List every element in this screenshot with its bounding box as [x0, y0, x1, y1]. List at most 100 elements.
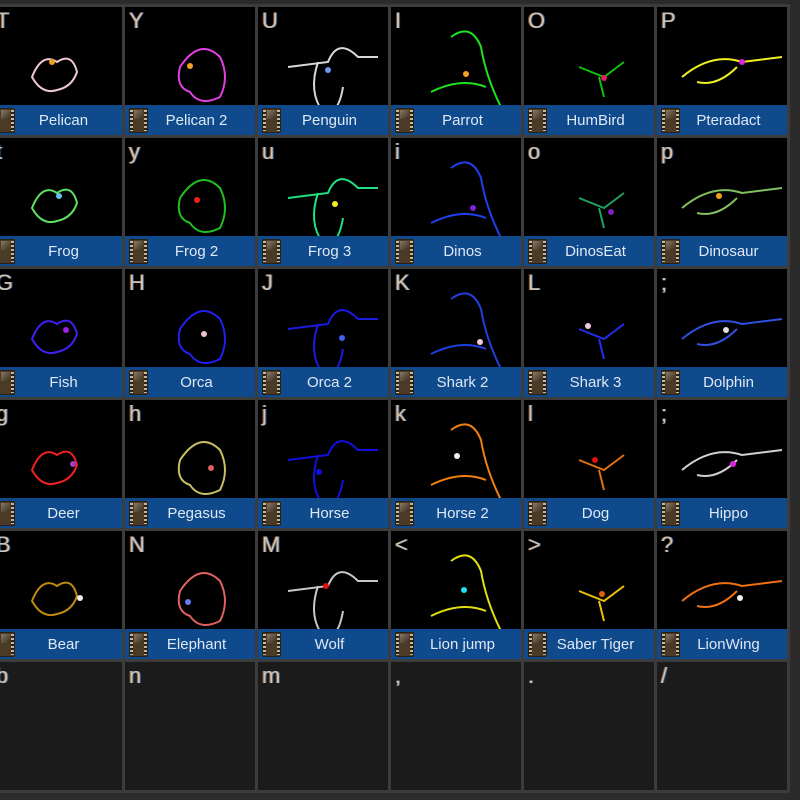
- cue-cell[interactable]: o DinosEat: [524, 138, 654, 266]
- film-clip-icon: [528, 500, 547, 526]
- cue-label-bar[interactable]: Orca: [125, 367, 255, 397]
- preview-accent: [56, 193, 62, 199]
- cue-cell[interactable]: u Frog 3: [258, 138, 388, 266]
- cue-cell[interactable]: < Lion jump: [391, 531, 521, 659]
- cue-label-bar[interactable]: Dog: [524, 498, 654, 528]
- cue-cell[interactable]: L Shark 3: [524, 269, 654, 397]
- cue-label-bar[interactable]: Wolf: [258, 629, 388, 659]
- cue-cell[interactable]: ; Dolphin: [657, 269, 787, 397]
- empty-cue-cell[interactable]: ,: [391, 662, 521, 790]
- preview-outline: [287, 178, 378, 245]
- cue-cell[interactable]: k Horse 2: [391, 400, 521, 528]
- cue-label-bar[interactable]: HumBird: [524, 105, 654, 135]
- cue-cell[interactable]: j Horse: [258, 400, 388, 528]
- cue-label-bar[interactable]: Deer: [0, 498, 122, 528]
- cue-cell[interactable]: Y Pelican 2: [125, 7, 255, 135]
- cue-label-bar[interactable]: Dinosaur: [657, 236, 787, 266]
- film-clip-icon: [262, 107, 281, 133]
- cue-name: Horse 2: [436, 504, 489, 522]
- preview-outline: [177, 310, 226, 364]
- preview-outline: [287, 47, 378, 114]
- cue-cell[interactable]: h Pegasus: [125, 400, 255, 528]
- cue-label-bar[interactable]: Frog 3: [258, 236, 388, 266]
- preview-outline: [430, 161, 502, 239]
- cue-label-bar[interactable]: Saber Tiger: [524, 629, 654, 659]
- cue-label-bar[interactable]: Fish: [0, 367, 122, 397]
- cue-label-bar[interactable]: Pelican 2: [125, 105, 255, 135]
- film-clip-icon: [528, 369, 547, 395]
- film-clip-icon: [129, 631, 148, 657]
- preview-outline: [578, 323, 625, 360]
- cue-label-bar[interactable]: Shark 2: [391, 367, 521, 397]
- film-clip-icon: [129, 107, 148, 133]
- cue-label-bar[interactable]: Parrot: [391, 105, 521, 135]
- cue-label-bar[interactable]: Lion jump: [391, 629, 521, 659]
- cue-cell[interactable]: P Pteradact: [657, 7, 787, 135]
- cue-cell[interactable]: p Dinosaur: [657, 138, 787, 266]
- cue-label-bar[interactable]: Bear: [0, 629, 122, 659]
- cue-label-bar[interactable]: Pteradact: [657, 105, 787, 135]
- cue-cell[interactable]: N Elephant: [125, 531, 255, 659]
- cue-cell[interactable]: i Dinos: [391, 138, 521, 266]
- preview-outline: [430, 30, 502, 108]
- cue-cell[interactable]: > Saber Tiger: [524, 531, 654, 659]
- cue-cell[interactable]: y Frog 2: [125, 138, 255, 266]
- cue-label-bar[interactable]: Penguin: [258, 105, 388, 135]
- empty-cue-cell[interactable]: b: [0, 662, 122, 790]
- preview-outline: [681, 187, 783, 215]
- empty-cue-cell[interactable]: /: [657, 662, 787, 790]
- cue-label-bar[interactable]: Pegasus: [125, 498, 255, 528]
- hotkey-label: m: [262, 663, 281, 688]
- cue-name: Frog 2: [174, 242, 219, 260]
- film-clip-icon: [0, 500, 15, 526]
- cue-label-bar[interactable]: Shark 3: [524, 367, 654, 397]
- preview-accent: [323, 583, 329, 589]
- preview-outline: [681, 56, 783, 84]
- cue-label-bar[interactable]: LionWing: [657, 629, 787, 659]
- cue-label-bar[interactable]: Dinos: [391, 236, 521, 266]
- cue-label-bar[interactable]: Horse: [258, 498, 388, 528]
- cue-cell[interactable]: ? LionWing: [657, 531, 787, 659]
- empty-cue-cell[interactable]: .: [524, 662, 654, 790]
- cue-cell[interactable]: U Penguin: [258, 7, 388, 135]
- cue-cell[interactable]: K Shark 2: [391, 269, 521, 397]
- cue-label-bar[interactable]: Pelican: [0, 105, 122, 135]
- cue-label-bar[interactable]: Elephant: [125, 629, 255, 659]
- cue-label-bar[interactable]: DinosEat: [524, 236, 654, 266]
- preview-accent: [463, 71, 469, 77]
- cue-cell[interactable]: T Pelican: [0, 7, 122, 135]
- cue-cell[interactable]: J Orca 2: [258, 269, 388, 397]
- cue-name: Dinos: [443, 242, 482, 260]
- preview-outline: [578, 454, 625, 491]
- cue-label-bar[interactable]: Orca 2: [258, 367, 388, 397]
- cue-cell[interactable]: O HumBird: [524, 7, 654, 135]
- cue-name: Dolphin: [703, 373, 754, 391]
- empty-cue-cell[interactable]: m: [258, 662, 388, 790]
- cue-label-bar[interactable]: Dolphin: [657, 367, 787, 397]
- preview-accent: [599, 591, 605, 597]
- cue-cell[interactable]: H Orca: [125, 269, 255, 397]
- cue-cell[interactable]: B Bear: [0, 531, 122, 659]
- cue-cell[interactable]: tFrog: [0, 138, 122, 266]
- cue-label-bar[interactable]: Hippo: [657, 498, 787, 528]
- cue-name: Saber Tiger: [556, 635, 635, 653]
- cue-label-bar[interactable]: Horse 2: [391, 498, 521, 528]
- cue-name: Shark 3: [569, 373, 622, 391]
- cue-cell[interactable]: G Fish: [0, 269, 122, 397]
- empty-cue-cell[interactable]: n: [125, 662, 255, 790]
- preview-outline: [177, 572, 226, 626]
- cue-name: Fish: [49, 373, 78, 391]
- cue-name: HumBird: [566, 111, 625, 129]
- cue-cell[interactable]: M Wolf: [258, 531, 388, 659]
- cue-cell[interactable]: l Dog: [524, 400, 654, 528]
- preview-outline: [681, 318, 783, 346]
- cue-name: Orca: [180, 373, 213, 391]
- cue-cell[interactable]: g Deer: [0, 400, 122, 528]
- cue-label-bar[interactable]: Frog 2: [125, 236, 255, 266]
- cue-cell[interactable]: I Parrot: [391, 7, 521, 135]
- film-clip-icon: [661, 238, 680, 264]
- cue-label-bar[interactable]: Frog: [0, 236, 122, 266]
- film-clip-icon: [262, 369, 281, 395]
- cue-cell[interactable]: ; Hippo: [657, 400, 787, 528]
- film-clip-icon: [262, 238, 281, 264]
